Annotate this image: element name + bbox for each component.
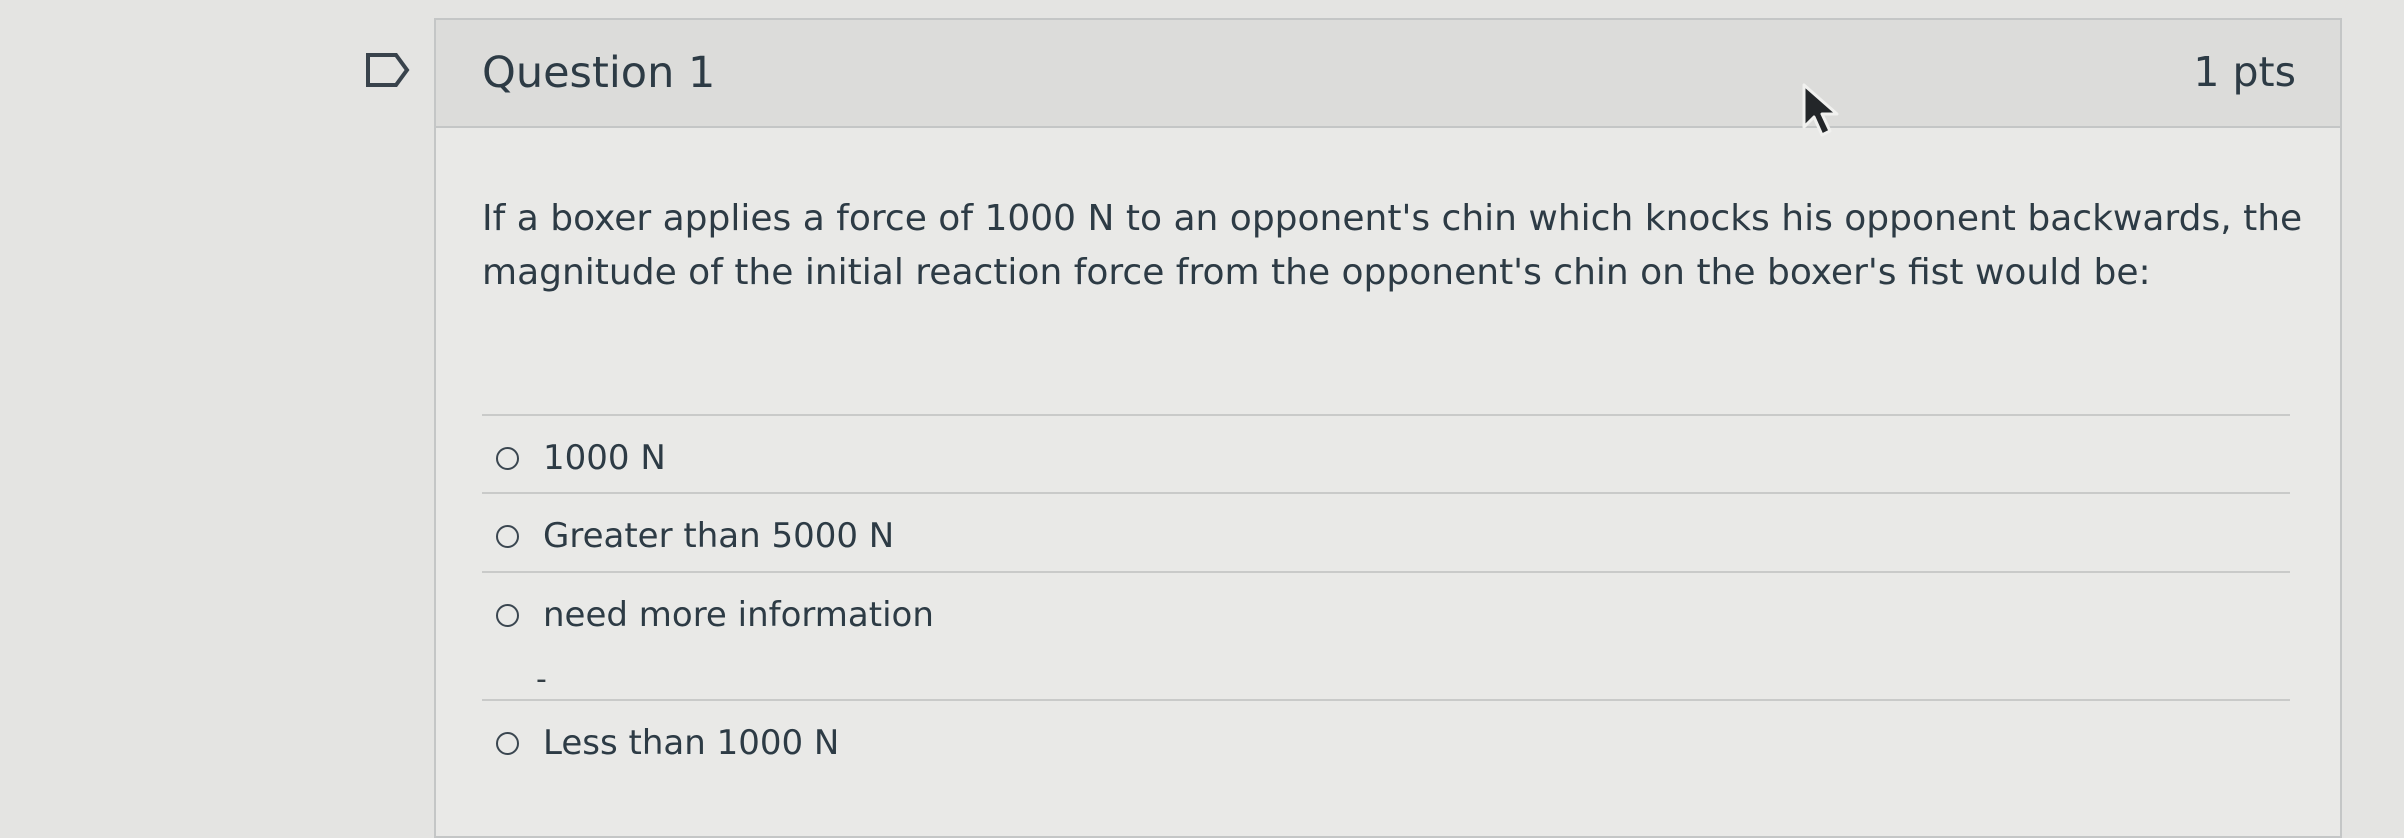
answer-option-need-more-information[interactable]: need more information	[482, 571, 2290, 635]
answer-option-1000-n[interactable]: 1000 N	[482, 414, 2290, 478]
answer-option-less-than-1000-n[interactable]: Less than 1000 N	[482, 699, 2290, 763]
flag-question-icon[interactable]	[364, 51, 412, 89]
answer-label-greater-than-5000-n: Greater than 5000 N	[543, 516, 895, 556]
answer-option-greater-than-5000-n[interactable]: Greater than 5000 N	[482, 492, 2290, 556]
question-prompt: If a boxer applies a force of 1000 N to …	[482, 198, 2303, 293]
answer-label-less-than-1000-n: Less than 1000 N	[543, 723, 840, 763]
answer-radio-need-more-information[interactable]	[496, 603, 519, 627]
answer-row[interactable]: Less than 1000 N	[496, 723, 839, 763]
answer-row[interactable]: 1000 N	[496, 438, 666, 478]
answer-radio-less-than-1000-n[interactable]	[496, 731, 519, 755]
answer-label-need-more-information: need more information	[543, 595, 934, 635]
answer-row[interactable]: need more information	[496, 595, 934, 635]
question-title: Question 1	[482, 48, 716, 98]
answer-label-1000-n: 1000 N	[543, 438, 666, 478]
question-card: Question 1 1 pts If a boxer applies a fo…	[434, 18, 2342, 838]
question-header: Question 1 1 pts	[436, 20, 2340, 128]
stray-dash-mark: -	[536, 662, 547, 697]
answer-row[interactable]: Greater than 5000 N	[496, 516, 894, 556]
answer-radio-greater-than-5000-n[interactable]	[496, 524, 519, 548]
answer-radio-1000-n[interactable]	[496, 446, 519, 470]
question-points: 1 pts	[2193, 48, 2296, 96]
mouse-pointer-icon	[1802, 83, 1839, 137]
